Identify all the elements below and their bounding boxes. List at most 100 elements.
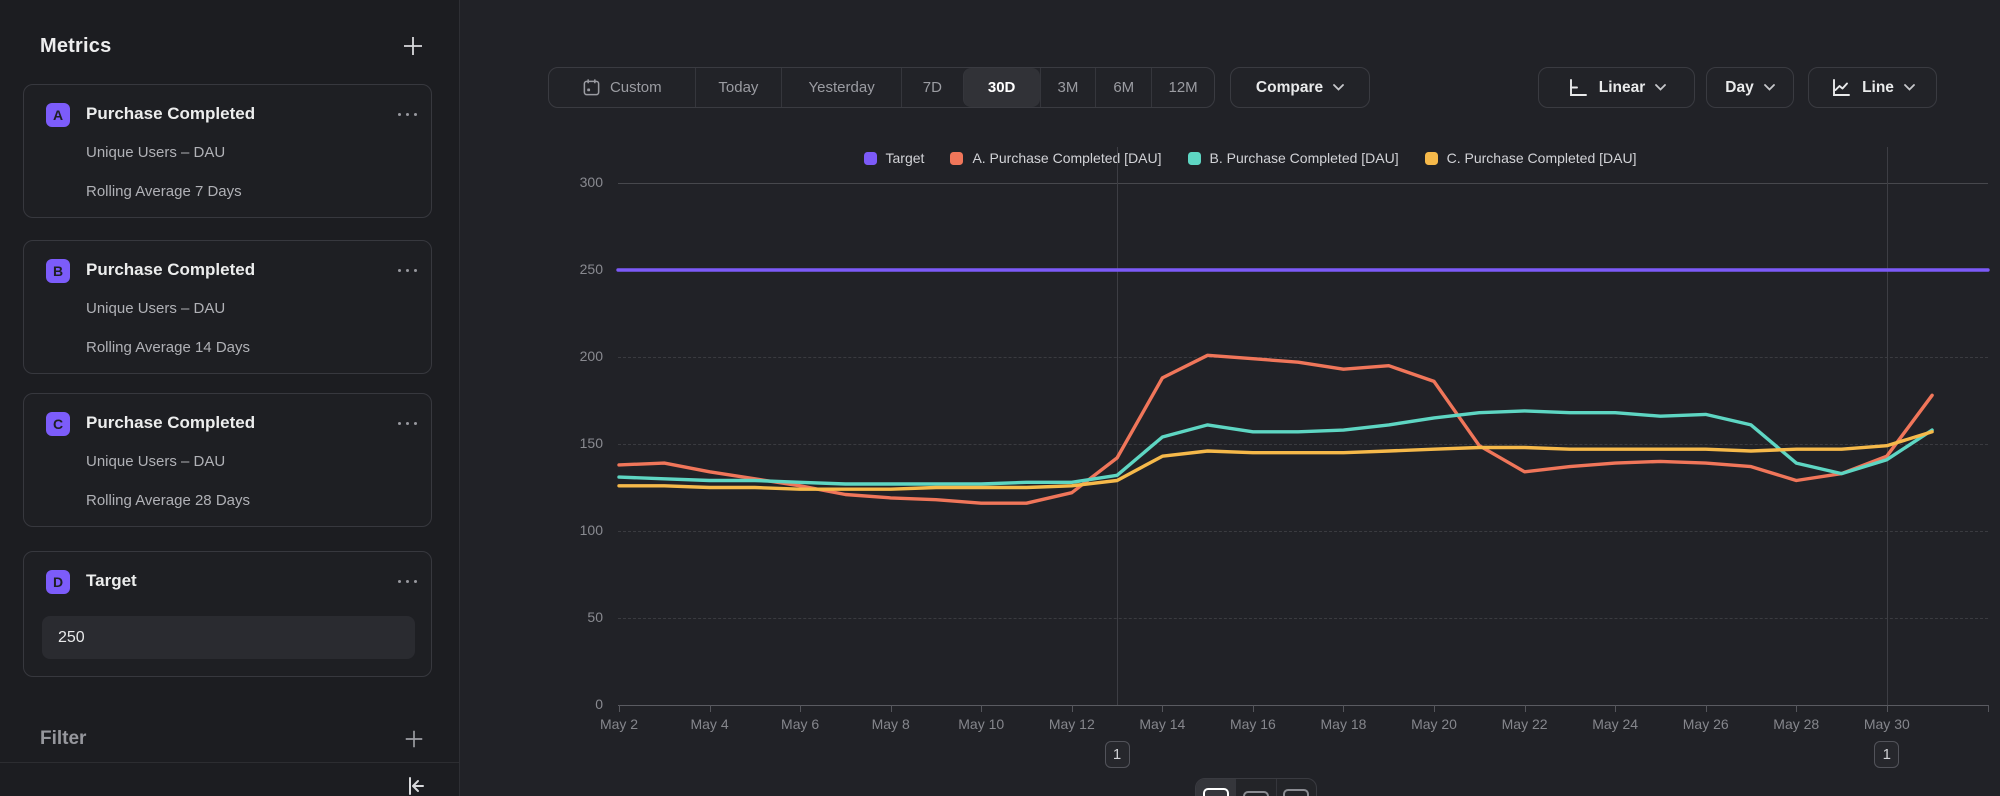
gridline-y-50 — [618, 618, 1988, 619]
legend-item-b[interactable]: B. Purchase Completed [DAU] — [1188, 150, 1399, 166]
x-axis-label: May 14 — [1122, 716, 1202, 732]
annotation-line — [1117, 147, 1118, 705]
y-axis-label: 100 — [520, 522, 603, 538]
range-3m[interactable]: 3M — [1040, 68, 1096, 107]
x-axis-tick — [1887, 705, 1888, 712]
legend-swatch — [864, 152, 877, 165]
x-axis-tick — [1615, 705, 1616, 712]
range-7d[interactable]: 7D — [901, 68, 963, 107]
filter-title: Filter — [40, 728, 86, 750]
metric-card-c[interactable]: C Purchase Completed Unique Users – DAU … — [23, 393, 432, 527]
y-axis-label: 200 — [520, 348, 603, 364]
y-axis-label: 150 — [520, 435, 603, 451]
y-axis-label: 250 — [520, 261, 603, 277]
x-axis-label: May 28 — [1756, 716, 1836, 732]
y-axis-label: 300 — [520, 174, 603, 190]
compare-button[interactable]: Compare — [1230, 67, 1370, 108]
metric-title: Purchase Completed — [86, 260, 255, 280]
kebab-icon — [398, 113, 401, 116]
app-root: Metrics A Purchase Completed Unique User… — [0, 0, 2000, 796]
chart-type-button[interactable]: Line — [1808, 67, 1937, 108]
chevron-down-icon — [1904, 84, 1915, 91]
date-range-control: Custom Today Yesterday 7D 30D 3M 6M 12M — [548, 67, 1215, 108]
metric-menu-button[interactable] — [393, 97, 421, 131]
add-filter-button[interactable] — [401, 726, 427, 752]
gridline-y-0 — [618, 705, 1988, 706]
chevron-down-icon — [1333, 84, 1344, 91]
chart-legend: Target A. Purchase Completed [DAU] B. Pu… — [560, 147, 1940, 169]
range-yesterday[interactable]: Yesterday — [781, 68, 901, 107]
x-axis-tick — [1525, 705, 1526, 712]
x-axis-tick — [1343, 705, 1344, 712]
scale-button[interactable]: Linear — [1538, 67, 1695, 108]
interval-button[interactable]: Day — [1706, 67, 1794, 108]
x-axis-label: May 20 — [1394, 716, 1474, 732]
legend-label: A. Purchase Completed [DAU] — [972, 150, 1161, 166]
metric-measure: Unique Users – DAU — [86, 144, 225, 161]
legend-swatch — [950, 152, 963, 165]
metric-measure: Unique Users – DAU — [86, 300, 225, 317]
gridline-y-150 — [618, 444, 1988, 445]
x-axis-label: May 18 — [1303, 716, 1383, 732]
range-label: Yesterday — [809, 79, 875, 96]
chart-type-label: Line — [1862, 79, 1894, 97]
metrics-title: Metrics — [40, 35, 111, 58]
range-12m[interactable]: 12M — [1151, 68, 1214, 107]
x-axis-tick — [1162, 705, 1163, 712]
plus-icon — [403, 728, 425, 750]
metric-measure: Unique Users – DAU — [86, 453, 225, 470]
x-axis-label: May 26 — [1666, 716, 1746, 732]
chart-size-medium-button[interactable] — [1235, 779, 1275, 796]
add-metric-button[interactable] — [399, 32, 427, 60]
linear-axis-icon — [1567, 77, 1589, 99]
range-label: 30D — [988, 79, 1016, 96]
annotation-badge[interactable]: 1 — [1105, 741, 1130, 768]
target-value-input[interactable] — [42, 616, 415, 659]
chart-size-large-button[interactable] — [1196, 779, 1235, 796]
x-axis-label: May 12 — [1032, 716, 1112, 732]
metric-card-b[interactable]: B Purchase Completed Unique Users – DAU … — [23, 240, 432, 374]
metric-menu-button[interactable] — [393, 406, 421, 440]
gridline-y-250 — [618, 270, 1988, 271]
target-card[interactable]: D Target — [23, 551, 432, 677]
x-axis-label: May 24 — [1575, 716, 1655, 732]
calendar-icon — [582, 78, 601, 97]
range-label: 7D — [923, 79, 942, 96]
legend-item-c[interactable]: C. Purchase Completed [DAU] — [1425, 150, 1637, 166]
metric-card-a[interactable]: A Purchase Completed Unique Users – DAU … — [23, 84, 432, 218]
range-custom[interactable]: Custom — [549, 68, 695, 107]
range-30d-selected[interactable]: 30D — [963, 68, 1040, 107]
gridline-y-100 — [618, 531, 1988, 532]
legend-item-target[interactable]: Target — [864, 150, 925, 166]
series-line-c — [619, 432, 1932, 489]
legend-item-a[interactable]: A. Purchase Completed [DAU] — [950, 150, 1161, 166]
x-axis-label: May 10 — [941, 716, 1021, 732]
annotation-badge[interactable]: 1 — [1874, 741, 1899, 768]
collapse-sidebar-button[interactable] — [401, 772, 429, 796]
legend-label: C. Purchase Completed [DAU] — [1447, 150, 1637, 166]
x-axis-tick — [1434, 705, 1435, 712]
range-today[interactable]: Today — [695, 68, 782, 107]
x-axis-label: May 30 — [1847, 716, 1927, 732]
x-axis-label: May 2 — [579, 716, 659, 732]
metric-badge-a: A — [46, 103, 70, 127]
metric-menu-button[interactable] — [393, 253, 421, 287]
x-axis-label: May 22 — [1485, 716, 1565, 732]
chart-size-small-button[interactable] — [1276, 779, 1316, 796]
metric-rolling-average: Rolling Average 7 Days — [86, 183, 242, 200]
range-label: 3M — [1058, 79, 1079, 96]
metric-badge-c: C — [46, 412, 70, 436]
metric-rolling-average: Rolling Average 28 Days — [86, 492, 250, 509]
series-line-a — [619, 355, 1932, 503]
gridline-y-300 — [618, 183, 1988, 184]
filter-section: Filter — [40, 724, 427, 754]
target-title: Target — [86, 571, 137, 591]
legend-swatch — [1188, 152, 1201, 165]
metric-title: Purchase Completed — [86, 413, 255, 433]
range-6m[interactable]: 6M — [1095, 68, 1151, 107]
line-chart-icon — [1830, 77, 1852, 99]
kebab-icon — [398, 422, 401, 425]
target-menu-button[interactable] — [393, 564, 421, 598]
x-axis-tick — [981, 705, 982, 712]
compare-label: Compare — [1256, 79, 1323, 97]
